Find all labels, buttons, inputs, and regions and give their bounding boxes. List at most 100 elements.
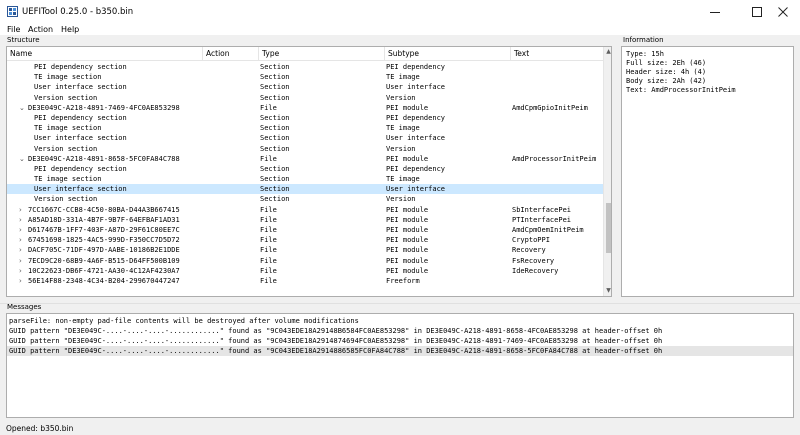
tree-cell-type: File [260, 154, 277, 163]
tree-row[interactable]: › D617467B-1FF7-403F-A87D-29F61C80EE7C Fil… [7, 225, 603, 235]
close-button[interactable] [766, 0, 800, 24]
menu-help[interactable]: Help [61, 24, 79, 35]
chevron-down-icon[interactable]: ⌄ [19, 103, 25, 113]
chevron-right-icon[interactable]: › [19, 245, 22, 255]
tree-cell-name: A85AD18D-331A-4B7F-9B7F-64EFBAF1AD31 [28, 215, 180, 224]
message-line[interactable]: GUID pattern "DE3E049C-....-....-....-..… [7, 336, 793, 346]
chevron-right-icon[interactable]: › [19, 276, 22, 286]
tree-cell-type: File [260, 256, 277, 265]
chevron-right-icon[interactable]: › [19, 205, 22, 215]
tree-cell-type: Section [260, 175, 290, 184]
tree-cell-subtype: PEI module [386, 103, 429, 112]
tree-row[interactable]: › 10C22623-DB6F-4721-AA30-4C12AF4230A7 Fil… [7, 266, 603, 276]
tree-cell-name: DE3E049C-A218-4891-7469-4FC0AE853298 [28, 103, 180, 112]
tree-cell-type: Section [260, 63, 290, 71]
minimize-icon [710, 12, 720, 13]
tree-cell-type: Section [260, 185, 290, 194]
menu-file[interactable]: File [7, 24, 20, 35]
chevron-down-icon[interactable]: ⌄ [19, 154, 25, 164]
chevron-right-icon[interactable]: › [19, 225, 22, 235]
tree-row[interactable]: TE image section Section TE image [7, 174, 603, 184]
minimize-button[interactable] [698, 0, 732, 24]
tree-cell-text: FsRecovery [512, 256, 555, 265]
tree-cell-subtype: PEI dependency [386, 63, 446, 71]
tree-cell-text: SbInterfacePei [512, 205, 572, 214]
tree-row[interactable]: Version section Section Version [7, 144, 603, 154]
column-header-subtype[interactable]: Subtype [385, 47, 511, 60]
tree-cell-type: Section [260, 113, 290, 122]
close-icon [778, 7, 788, 17]
structure-scrollbar[interactable]: ▲ ▼ [603, 47, 611, 296]
information-panel[interactable]: Type: 15h Full size: 2Eh (46) Header size:… [621, 46, 794, 297]
chevron-right-icon[interactable]: › [19, 266, 22, 276]
tree-cell-name: Version section [34, 93, 98, 102]
scroll-up-icon[interactable]: ▲ [604, 48, 611, 55]
tree-cell-subtype: TE image [386, 73, 420, 82]
tree-row[interactable]: PEI dependency section Section PEI depende… [7, 62, 603, 72]
tree-cell-text: PTInterfacePei [512, 215, 572, 224]
tree-row[interactable]: User interface section Section User interf… [7, 82, 603, 92]
tree-row[interactable]: TE image section Section TE image [7, 72, 603, 82]
maximize-icon [752, 7, 762, 17]
tree-row[interactable]: User interface section Section User interf… [7, 133, 603, 143]
tree-row[interactable]: TE image section Section TE image [7, 123, 603, 133]
tree-row[interactable]: › 67451698-1825-4AC5-999D-F350CC7D5D72 Fil… [7, 235, 603, 245]
tree-cell-subtype: TE image [386, 124, 420, 133]
tree-cell-name: DACF705C-71DF-497D-AABE-10186B2E1DDE [28, 246, 180, 255]
scroll-down-icon[interactable]: ▼ [604, 287, 611, 294]
column-header-type[interactable]: Type [259, 47, 385, 60]
chevron-right-icon[interactable]: › [19, 235, 22, 245]
column-header-text[interactable]: Text [511, 47, 603, 60]
tree-row[interactable]: User interface section Section User interf… [7, 184, 603, 195]
tree-cell-subtype: Freeform [386, 276, 420, 285]
menu-action[interactable]: Action [28, 24, 53, 35]
tree-cell-type: Section [260, 83, 290, 92]
uefitool-app-icon [7, 6, 18, 17]
tree-row[interactable]: PEI dependency section Section PEI depende… [7, 113, 603, 123]
column-header-name[interactable]: Name [7, 47, 203, 60]
tree-cell-subtype: User interface [386, 185, 446, 194]
tree-cell-name: PEI dependency section [34, 63, 127, 71]
info-line: Body size: 2Ah (42) [626, 77, 707, 85]
tree-row[interactable]: ⌄ DE3E049C-A218-4891-8658-5FC0FA84C788 Fil… [7, 154, 603, 164]
tree-row[interactable]: › 7ECD9C20-68B9-4A6F-B515-D64FF500B109 Fil… [7, 256, 603, 266]
column-header-action[interactable]: Action [203, 47, 259, 60]
tree-cell-name: Version section [34, 144, 98, 153]
tree-cell-subtype: PEI module [386, 205, 429, 214]
tree-cell-subtype: PEI module [386, 154, 429, 163]
info-line: Text: AmdProcessorInitPeim [626, 86, 736, 94]
tree-cell-text: IdeRecovery [512, 266, 559, 275]
tree-row[interactable]: Version section Section Version [7, 93, 603, 103]
tree-row[interactable]: PEI dependency section Section PEI depende… [7, 164, 603, 174]
tree-cell-name: 7ECD9C20-68B9-4A6F-B515-D64FF500B109 [28, 256, 180, 265]
tree-cell-type: Section [260, 73, 290, 82]
tree-row[interactable]: ⌄ DE3E049C-A218-4891-7469-4FC0AE853298 Fil… [7, 103, 603, 113]
tree-cell-type: File [260, 205, 277, 214]
tree-row[interactable]: › 56E14F88-2348-4C34-B204-299670447247 Fil… [7, 276, 603, 286]
tree-row[interactable]: › 7CC1667C-CCB8-4C50-80BA-D44A3B667415 Fil… [7, 205, 603, 215]
tree-cell-name: TE image section [34, 73, 102, 82]
tree-cell-subtype: PEI dependency [386, 113, 446, 122]
tree-cell-subtype: User interface [386, 83, 446, 92]
message-line[interactable]: GUID pattern "DE3E049C-....-....-....-..… [7, 326, 793, 336]
tree-cell-text: Recovery [512, 246, 546, 255]
tree-cell-subtype: PEI module [386, 215, 429, 224]
scrollbar-thumb[interactable] [606, 203, 611, 253]
chevron-right-icon[interactable]: › [19, 256, 22, 266]
tree-cell-name: 56E14F88-2348-4C34-B204-299670447247 [28, 276, 180, 285]
tree-row[interactable]: › A85AD18D-331A-4B7F-9B7F-64EFBAF1AD31 Fil… [7, 215, 603, 225]
chevron-right-icon[interactable]: › [19, 215, 22, 225]
message-line[interactable]: GUID pattern "DE3E049C-....-....-....-..… [7, 346, 793, 356]
tree-row[interactable]: Version section Section Version [7, 194, 603, 204]
tree-cell-subtype: Version [386, 195, 416, 204]
structure-label: Structure [7, 36, 40, 44]
tree-cell-name: TE image section [34, 175, 102, 184]
structure-tree[interactable]: Name Action Type Subtype Text PEI depend… [6, 46, 612, 297]
tree-row[interactable]: › DACF705C-71DF-497D-AABE-10186B2E1DDE Fil… [7, 245, 603, 255]
splitter[interactable] [0, 303, 800, 304]
messages-list[interactable]: parseFile: non-empty pad-file contents w… [6, 313, 794, 418]
tree-cell-type: File [260, 276, 277, 285]
message-line[interactable]: parseFile: non-empty pad-file contents w… [7, 316, 793, 326]
tree-cell-name: D617467B-1FF7-403F-A87D-29F61C80EE7C [28, 226, 180, 234]
tree-cell-type: File [260, 266, 277, 275]
